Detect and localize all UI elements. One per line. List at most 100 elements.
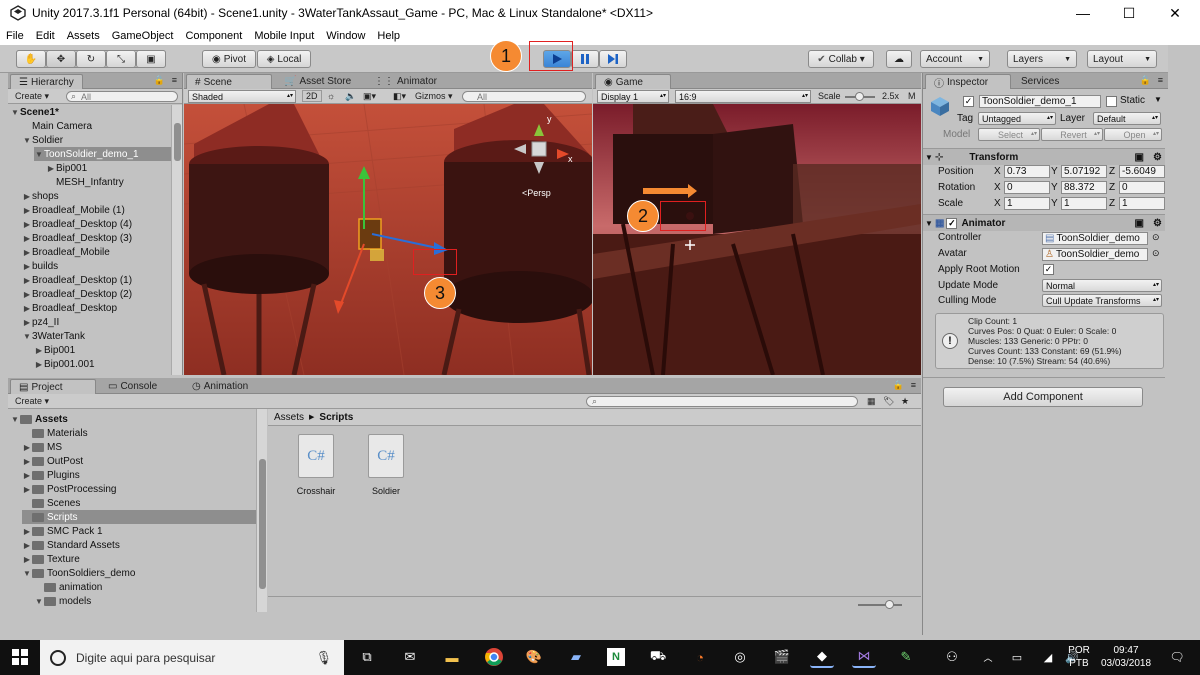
step-button[interactable]: [599, 50, 627, 68]
tray-up-chevron-icon[interactable]: ︿: [980, 646, 996, 668]
blender-icon[interactable]: ◔: [688, 646, 712, 668]
collapsed-arrow-icon[interactable]: ▶: [22, 555, 32, 564]
language-indicator[interactable]: POR PTB: [1064, 644, 1094, 670]
cloud-button[interactable]: ☁: [886, 50, 912, 68]
model-open-button[interactable]: Open: [1104, 128, 1162, 141]
lock-icon[interactable]: 🔒: [151, 74, 168, 86]
gizmos-dropdown[interactable]: Gizmos ▾: [412, 90, 456, 102]
static-caret-icon[interactable]: ▼: [1154, 95, 1162, 104]
collapsed-arrow-icon[interactable]: ▶: [22, 220, 32, 229]
expanded-arrow-icon[interactable]: ▼: [34, 597, 44, 606]
project-file-item[interactable]: C# Soldier: [356, 434, 416, 504]
collapsed-arrow-icon[interactable]: ▶: [22, 304, 32, 313]
scene-viewport[interactable]: y x <Persp: [184, 104, 592, 375]
hierarchy-item[interactable]: ▶ Broadleaf_Desktop (3): [22, 231, 171, 245]
minimize-button[interactable]: —: [1060, 0, 1106, 26]
hierarchy-create-button[interactable]: Create ▾: [12, 90, 52, 102]
layers-dropdown[interactable]: Layers ▼: [1007, 50, 1077, 68]
tab-inspector[interactable]: ⓘ Inspector: [925, 74, 1011, 90]
scene-lighting-icon[interactable]: ☼: [324, 90, 338, 102]
collapsed-arrow-icon[interactable]: ▶: [22, 541, 32, 550]
tab-animator[interactable]: ⋮⋮ Animator: [366, 74, 445, 89]
visual-studio-icon[interactable]: ⋈: [852, 646, 876, 668]
expanded-arrow-icon[interactable]: ▼: [34, 150, 44, 159]
project-file-item[interactable]: C# Crosshair: [286, 434, 346, 504]
battery-icon[interactable]: ▭: [1008, 646, 1026, 668]
tag-dropdown[interactable]: Untagged: [978, 112, 1056, 125]
paint-icon[interactable]: 🎨: [522, 646, 546, 668]
project-folder-item[interactable]: Scripts: [22, 510, 256, 524]
menu-file[interactable]: File: [6, 30, 24, 42]
transform-rotation-z-field[interactable]: 0: [1119, 181, 1165, 194]
menu-gameobject[interactable]: GameObject: [112, 30, 174, 42]
transform-rotation-y-field[interactable]: 88.372: [1061, 181, 1107, 194]
inspector-lock-icon[interactable]: 🔒: [1137, 74, 1154, 86]
hierarchy-item[interactable]: ▶ Broadleaf_Mobile (1): [22, 203, 171, 217]
windows-start-button[interactable]: [8, 646, 32, 668]
hierarchy-item[interactable]: ▶ Broadleaf_Mobile: [22, 245, 171, 259]
project-folder-item[interactable]: ▶ OutPost: [22, 454, 256, 468]
scene-camera-icon[interactable]: ◧▾: [390, 90, 409, 102]
clock[interactable]: 09:47 03/03/2018: [1096, 644, 1156, 670]
mail-icon[interactable]: ✉: [398, 646, 422, 668]
hierarchy-item[interactable]: ▶ Broadleaf_Desktop (2): [22, 287, 171, 301]
collapsed-arrow-icon[interactable]: ▶: [22, 318, 32, 327]
tab-animation[interactable]: ◷ Animation: [184, 379, 256, 394]
hierarchy-scroll-thumb[interactable]: [174, 123, 181, 161]
collab-dropdown[interactable]: ✔ Collab ▾: [808, 50, 874, 68]
hierarchy-item[interactable]: ▶ Bip001: [34, 343, 171, 357]
collapsed-arrow-icon[interactable]: ▶: [34, 346, 44, 355]
scale-slider-thumb[interactable]: [855, 92, 864, 101]
project-menu-icon[interactable]: ≡: [908, 379, 919, 391]
project-tree-scrollbar[interactable]: [256, 409, 267, 612]
culling-mode-dropdown[interactable]: Cull Update Transforms: [1042, 294, 1162, 307]
breadcrumb-scripts[interactable]: Scripts: [319, 412, 353, 423]
project-tree-scroll-thumb[interactable]: [259, 459, 266, 589]
tab-console[interactable]: ▭ Console: [100, 379, 165, 394]
game-maximize-icon[interactable]: M: [905, 90, 919, 102]
notes-icon[interactable]: ▰: [564, 646, 588, 668]
tab-game[interactable]: ◉ Game: [595, 74, 671, 89]
tab-hierarchy[interactable]: ☰ Hierarchy: [10, 74, 83, 89]
hierarchy-item[interactable]: ▼ ToonSoldier_demo_1: [34, 147, 171, 161]
persp-label[interactable]: <Persp: [522, 188, 551, 198]
expanded-arrow-icon[interactable]: ▼: [22, 136, 32, 145]
tab-services[interactable]: Services: [1013, 74, 1067, 89]
display-dropdown[interactable]: Display 1: [597, 90, 669, 103]
hierarchy-item[interactable]: ▼ Soldier: [22, 133, 171, 147]
project-create-button[interactable]: Create ▾: [12, 395, 52, 407]
account-dropdown[interactable]: Account ▼: [920, 50, 990, 68]
model-revert-button[interactable]: Revert: [1041, 128, 1103, 141]
filter-label-icon[interactable]: 🏷: [880, 395, 897, 407]
hierarchy-item[interactable]: ▶ Bip001: [46, 161, 171, 175]
menu-window[interactable]: Window: [326, 30, 365, 42]
active-checkbox[interactable]: ✓: [963, 96, 974, 107]
notepad-icon[interactable]: ✎: [894, 646, 918, 668]
people-icon[interactable]: ⚇: [944, 646, 960, 668]
obs-icon[interactable]: ◎: [728, 646, 752, 668]
collapsed-arrow-icon[interactable]: ▶: [22, 471, 32, 480]
collapsed-arrow-icon[interactable]: ▶: [22, 262, 32, 271]
expanded-arrow-icon[interactable]: ▼: [22, 332, 32, 341]
project-folder-item[interactable]: ▶ Plugins: [22, 468, 256, 482]
maximize-button[interactable]: ☐: [1106, 0, 1152, 26]
avatar-picker-icon[interactable]: ⊙: [1152, 248, 1160, 259]
hierarchy-item[interactable]: ▶ Broadleaf_Desktop (1): [22, 273, 171, 287]
model-select-button[interactable]: Select: [978, 128, 1040, 141]
rect-tool-button[interactable]: ▣: [136, 50, 166, 68]
collapsed-arrow-icon[interactable]: ▶: [22, 192, 32, 201]
video-editor-icon[interactable]: 🎬: [770, 646, 794, 668]
tab-scene[interactable]: # Scene: [186, 74, 272, 89]
pivot-toggle[interactable]: ◉ Pivot: [202, 50, 256, 68]
inspector-menu-icon[interactable]: ≡: [1155, 74, 1166, 86]
add-component-button[interactable]: Add Component: [943, 387, 1143, 407]
move-tool-button[interactable]: ✥: [46, 50, 76, 68]
object-name-field[interactable]: ToonSoldier_demo_1: [979, 95, 1101, 108]
animator-header[interactable]: ▼ ▦ ✓ Animator ▣ ⚙: [923, 214, 1168, 231]
avatar-field[interactable]: ♙ ToonSoldier_demo: [1042, 248, 1148, 261]
hierarchy-item[interactable]: Main Camera: [22, 119, 171, 133]
hierarchy-item[interactable]: ▶ Bip001.001: [34, 357, 171, 371]
animator-help-icon[interactable]: ▣: [1135, 218, 1144, 229]
collapsed-arrow-icon[interactable]: ▶: [22, 290, 32, 299]
collapsed-arrow-icon[interactable]: ▶: [46, 164, 56, 173]
